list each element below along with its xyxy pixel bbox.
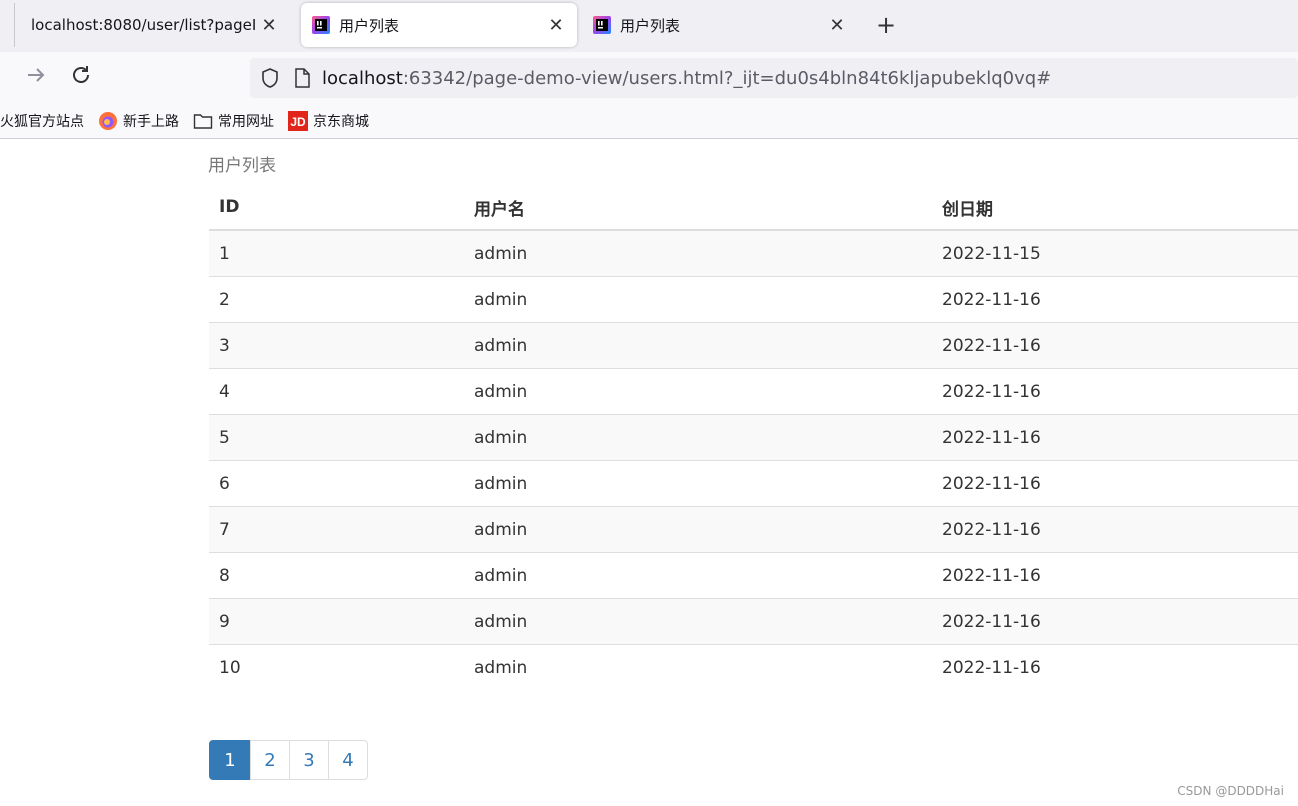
tab-user-list-8080[interactable]: localhost:8080/user/list?pageIndex=1 ✕ (14, 3, 290, 47)
cell-username: admin (464, 598, 932, 645)
watermark: CSDN @DDDDHai (1177, 784, 1284, 798)
bookmark-label: 火狐官方站点 (0, 114, 84, 130)
close-icon[interactable]: ✕ (824, 15, 850, 36)
bookmark-label: 常用网址 (218, 114, 274, 130)
tab-strip: localhost:8080/user/list?pageIndex=1 ✕ 用… (0, 0, 1298, 52)
users-table: ID 用户名 创日期 1 admin 2022-11-15 2 admin 20… (209, 185, 1298, 690)
cell-date: 2022-11-16 (932, 414, 1298, 461)
page-title: 用户列表 (208, 156, 276, 176)
table-row: 7 admin 2022-11-16 (209, 506, 1298, 553)
cell-id: 8 (209, 552, 464, 599)
column-header-id: ID (209, 185, 464, 231)
table-row: 10 admin 2022-11-16 (209, 644, 1298, 690)
bookmark-folder-common-sites[interactable]: 常用网址 (193, 111, 274, 131)
tab-title: 用户列表 (339, 16, 400, 35)
cell-id: 5 (209, 414, 464, 461)
page-link-2[interactable]: 2 (250, 740, 290, 780)
cell-date: 2022-11-16 (932, 598, 1298, 645)
intellij-icon (312, 16, 330, 34)
tab-users[interactable]: 用户列表 ✕ (582, 3, 858, 47)
url-bar[interactable]: localhost:63342/page-demo-view/users.htm… (250, 58, 1298, 98)
cell-date: 2022-11-16 (932, 552, 1298, 599)
cell-id: 6 (209, 460, 464, 507)
table-row: 5 admin 2022-11-16 (209, 414, 1298, 461)
cell-id: 9 (209, 598, 464, 645)
bookmark-label: 新手上路 (123, 114, 179, 130)
jd-logo-icon: JD (288, 111, 308, 131)
reload-icon[interactable] (67, 64, 95, 92)
table-row: 8 admin 2022-11-16 (209, 552, 1298, 599)
close-icon[interactable]: ✕ (256, 15, 282, 36)
cell-id: 2 (209, 276, 464, 323)
cell-username: admin (464, 276, 932, 323)
bookmark-getting-started[interactable]: 新手上路 (98, 111, 179, 131)
table-row: 6 admin 2022-11-16 (209, 460, 1298, 507)
cell-date: 2022-11-15 (942, 243, 1041, 264)
cell-username: admin (464, 322, 932, 369)
column-header-username: 用户名 (464, 185, 932, 231)
cell-date: 2022-11-16 (932, 644, 1298, 690)
url-path: :63342/page-demo-view/users.html?_ijt=du… (402, 67, 1052, 89)
cell-username: admin (464, 460, 932, 507)
url-host: localhost (322, 67, 403, 89)
table-header-row: ID 用户名 创日期 (209, 185, 1298, 231)
navigation-bar: localhost:63342/page-demo-view/users.htm… (0, 52, 1298, 104)
tab-title: 用户列表 (620, 16, 681, 35)
cell-date: 2022-11-16 (932, 368, 1298, 415)
table-row: 1 admin 2022-11-15 (209, 230, 1298, 277)
svg-text:JD: JD (290, 115, 306, 129)
folder-icon (193, 114, 213, 129)
shield-icon[interactable] (260, 67, 280, 89)
cell-username: admin (464, 644, 932, 690)
table-row: 2 admin 2022-11-16 (209, 276, 1298, 323)
firefox-icon (99, 112, 117, 130)
cell-id: 1 (219, 243, 230, 264)
tab-title: localhost:8080/user/list?pageIndex=1 (31, 16, 256, 34)
intellij-icon (593, 16, 611, 34)
cell-username: admin (464, 506, 932, 553)
cell-date: 2022-11-16 (932, 460, 1298, 507)
bookmarks-toolbar: 火狐官方站点 新手上路 常用网址 JD 京东商城 (0, 104, 1298, 139)
column-header-date: 创日期 (932, 185, 1298, 231)
new-tab-button[interactable]: + (872, 10, 900, 40)
tab-users-active[interactable]: 用户列表 ✕ (301, 3, 577, 47)
page-link-1[interactable]: 1 (209, 740, 251, 780)
cell-date: 2022-11-16 (932, 322, 1298, 369)
cell-username: admin (464, 552, 932, 599)
page-link-3[interactable]: 3 (289, 740, 329, 780)
table-row: 4 admin 2022-11-16 (209, 368, 1298, 415)
table-row: 9 admin 2022-11-16 (209, 598, 1298, 645)
table-row: 3 admin 2022-11-16 (209, 322, 1298, 369)
cell-username: admin (464, 368, 932, 415)
page-content: 用户列表 ID 用户名 创日期 1 admin 2022-11-15 2 adm… (0, 139, 1298, 806)
bookmark-label: 京东商城 (313, 114, 369, 130)
pagination: 1 2 3 4 (209, 740, 368, 780)
cell-username: admin (464, 414, 932, 461)
bookmark-firefox-official[interactable]: 火狐官方站点 (0, 111, 84, 131)
cell-id: 4 (209, 368, 464, 415)
cell-date: 2022-11-16 (932, 506, 1298, 553)
page-link-4[interactable]: 4 (328, 740, 368, 780)
close-icon[interactable]: ✕ (543, 15, 569, 36)
cell-id: 3 (209, 322, 464, 369)
cell-id: 7 (209, 506, 464, 553)
forward-arrow-icon[interactable] (22, 64, 50, 92)
bookmark-jd[interactable]: JD 京东商城 (288, 111, 369, 131)
cell-date: 2022-11-16 (932, 276, 1298, 323)
cell-username: admin (474, 243, 528, 264)
page-icon[interactable] (294, 68, 310, 88)
cell-id: 10 (209, 644, 464, 690)
